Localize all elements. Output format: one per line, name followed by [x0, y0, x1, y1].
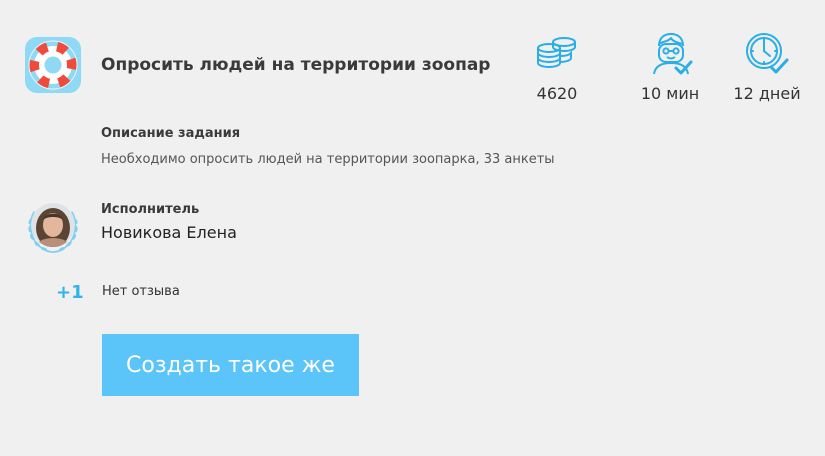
- description-heading: Описание задания: [101, 126, 241, 141]
- days-value: 12 дней: [733, 84, 801, 103]
- stat-time: 10 мин: [630, 30, 710, 103]
- avatar[interactable]: [24, 198, 82, 256]
- review-status: Нет отзыва: [102, 284, 180, 299]
- description-text: Необходимо опросить людей на территории …: [101, 152, 555, 167]
- create-same-button[interactable]: Создать такое же: [102, 334, 359, 396]
- stat-days: 12 дней: [727, 30, 807, 103]
- lifebuoy-icon: [25, 37, 81, 93]
- person-check-icon: [653, 33, 693, 75]
- clock-check-icon: [746, 33, 789, 74]
- performer-heading: Исполнитель: [101, 202, 200, 217]
- stat-coins: 4620: [517, 30, 597, 103]
- rating-score: +1: [56, 282, 84, 303]
- coins-value: 4620: [536, 84, 578, 103]
- performer-name[interactable]: Новикова Елена: [101, 223, 237, 242]
- time-value: 10 мин: [640, 84, 700, 103]
- task-card: Опросить людей на территории зоопар 4620: [0, 0, 825, 456]
- task-title: Опросить людей на территории зоопар: [101, 55, 491, 75]
- coins-icon: [537, 37, 576, 69]
